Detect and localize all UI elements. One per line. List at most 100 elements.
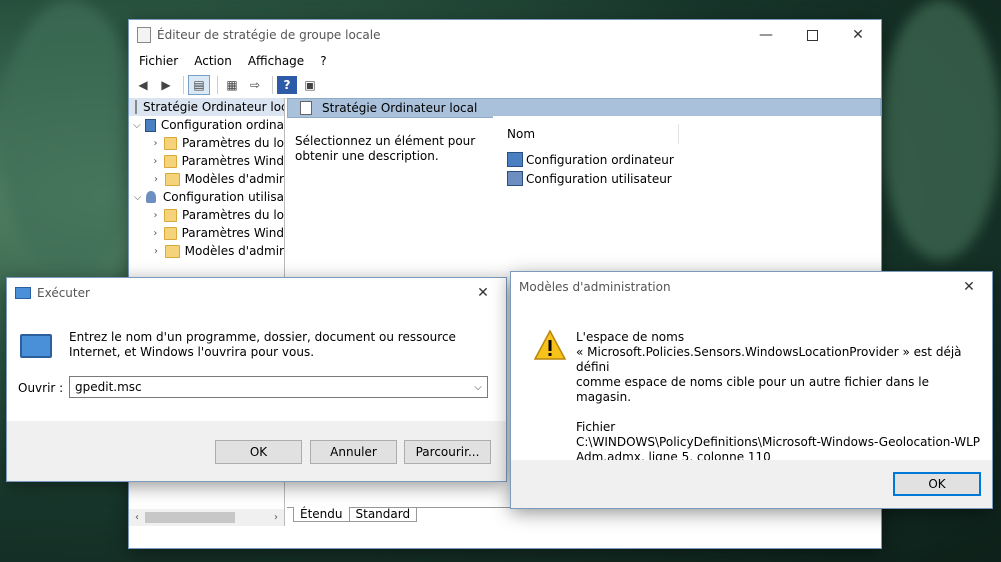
- close-icon: ✕: [477, 285, 489, 301]
- list-item[interactable]: Configuration utilisateur: [507, 171, 672, 186]
- run-icon: [20, 334, 52, 358]
- chevron-right-icon[interactable]: ›: [151, 138, 160, 149]
- close-button[interactable]: ✕: [946, 272, 992, 302]
- chevron-right-icon[interactable]: ›: [151, 228, 160, 239]
- gpedit-app-icon: [137, 27, 151, 43]
- tab-etendu[interactable]: Étendu: [293, 507, 350, 522]
- tree-item[interactable]: › Modèles d'admir: [129, 170, 284, 188]
- pane-header: Stratégie Ordinateur local: [287, 98, 881, 118]
- run-footer: OK Annuler Parcourir...: [7, 421, 506, 481]
- gpedit-title: Éditeur de stratégie de groupe locale: [157, 28, 381, 42]
- chevron-right-icon[interactable]: ›: [151, 246, 161, 257]
- menu-bar: Fichier Action Affichage ?: [129, 50, 881, 72]
- admin-titlebar[interactable]: Modèles d'administration ✕: [511, 272, 992, 302]
- chevron-down-icon[interactable]: ⌵: [133, 120, 141, 131]
- list-view: Nom Configuration ordinateur Configurati…: [493, 116, 881, 196]
- close-icon: ✕: [852, 27, 864, 43]
- tree-item[interactable]: › Paramètres Wind: [129, 152, 284, 170]
- tree-item[interactable]: › Paramètres du lo: [129, 206, 284, 224]
- run-message: Entrez le nom d'un programme, dossier, d…: [69, 330, 456, 359]
- show-tree-icon[interactable]: ▤: [188, 75, 210, 95]
- run-app-icon: [15, 287, 31, 299]
- menu-help[interactable]: ?: [312, 54, 334, 68]
- tree-item-label: Paramètres du lo: [182, 136, 284, 150]
- menu-fichier[interactable]: Fichier: [131, 54, 186, 68]
- policy-doc-icon: [300, 101, 312, 115]
- chevron-right-icon[interactable]: ›: [151, 156, 160, 167]
- tree-item[interactable]: ⌵ Configuration ordina: [129, 116, 284, 134]
- open-combobox[interactable]: gpedit.msc ⌵: [69, 376, 488, 398]
- wallpaper-foliage: [0, 0, 140, 280]
- tree-item-label: Configuration utilisa: [162, 190, 284, 204]
- tree-item-label: Paramètres du lo: [182, 208, 284, 222]
- chevron-down-icon[interactable]: ⌵: [469, 382, 487, 393]
- gpedit-titlebar[interactable]: Éditeur de stratégie de groupe locale — …: [129, 20, 881, 50]
- close-button[interactable]: ✕: [460, 278, 506, 308]
- tree-root-label: Stratégie Ordinateur loca: [143, 100, 285, 114]
- folder-icon: [165, 244, 180, 258]
- column-header-nom[interactable]: Nom: [493, 124, 679, 144]
- user-icon: [146, 191, 156, 203]
- list-item-label: Configuration utilisateur: [526, 171, 672, 186]
- folder-icon: [165, 172, 180, 186]
- tree-item-label: Paramètres Wind: [181, 226, 284, 240]
- tree-item-label: Modèles d'admir: [184, 172, 284, 186]
- chevron-down-icon[interactable]: ⌵: [133, 192, 142, 203]
- run-browse-button[interactable]: Parcourir...: [404, 440, 491, 464]
- folder-icon: [163, 226, 177, 240]
- maximize-icon: [806, 29, 818, 41]
- admin-message: L'espace de noms « Microsoft.Policies.Se…: [576, 330, 981, 465]
- tree-item-label: Configuration ordina: [160, 118, 284, 132]
- view-icon[interactable]: ▣: [300, 76, 320, 94]
- export-list-icon[interactable]: ⇨: [245, 76, 265, 94]
- maximize-button[interactable]: [789, 20, 835, 50]
- admin-footer: OK: [511, 460, 992, 508]
- open-label: Ouvrir :: [18, 381, 64, 395]
- warning-icon: [534, 330, 566, 360]
- run-titlebar[interactable]: Exécuter ✕: [7, 278, 506, 308]
- tree-root[interactable]: Stratégie Ordinateur loca: [129, 98, 284, 116]
- run-ok-button[interactable]: OK: [215, 440, 302, 464]
- tree-item-label: Modèles d'admir: [184, 244, 284, 258]
- back-icon[interactable]: ◀: [133, 76, 153, 94]
- wallpaper-foliage: [880, 0, 1001, 260]
- chevron-right-icon[interactable]: ›: [151, 210, 160, 221]
- help-icon[interactable]: ?: [277, 76, 297, 94]
- scroll-thumb[interactable]: [145, 512, 235, 523]
- toolbar: ◀ ▶ ▤ ▦ ⇨ ? ▣: [129, 72, 881, 99]
- menu-affichage[interactable]: Affichage: [240, 54, 312, 68]
- tree-item[interactable]: › Paramètres Wind: [129, 224, 284, 242]
- close-icon: ✕: [963, 279, 975, 295]
- chevron-right-icon[interactable]: ›: [151, 174, 161, 185]
- tree-hscrollbar[interactable]: ‹ ›: [129, 509, 284, 526]
- scroll-right-icon[interactable]: ›: [268, 512, 284, 523]
- computer-icon: [507, 152, 523, 167]
- list-item-label: Configuration ordinateur: [526, 152, 674, 167]
- toolbar-separator: [272, 76, 273, 94]
- minimize-button[interactable]: —: [743, 20, 789, 50]
- tree-item-label: Paramètres Wind: [181, 154, 284, 168]
- tree-item[interactable]: ⌵ Configuration utilisa: [129, 188, 284, 206]
- user-icon: [507, 171, 523, 186]
- forward-icon[interactable]: ▶: [156, 76, 176, 94]
- run-cancel-button[interactable]: Annuler: [310, 440, 397, 464]
- message-line: « Microsoft.Policies.Sensors.WindowsLoca…: [576, 345, 962, 374]
- scroll-left-icon[interactable]: ‹: [129, 512, 145, 523]
- tree-item[interactable]: › Paramètres du lo: [129, 134, 284, 152]
- run-title: Exécuter: [37, 286, 90, 300]
- admin-ok-button[interactable]: OK: [893, 472, 981, 496]
- run-dialog: Exécuter ✕ Entrez le nom d'un programme,…: [7, 278, 506, 481]
- admin-error-dialog: Modèles d'administration ✕ L'espace de n…: [511, 272, 992, 508]
- list-item[interactable]: Configuration ordinateur: [507, 152, 674, 167]
- tree-item[interactable]: › Modèles d'admir: [129, 242, 284, 260]
- properties-icon[interactable]: ▦: [222, 76, 242, 94]
- open-input[interactable]: gpedit.msc: [75, 380, 142, 394]
- folder-icon: [163, 208, 178, 222]
- description-text: Sélectionnez un élément pour obtenir une…: [295, 134, 476, 163]
- folder-icon: [163, 154, 177, 168]
- tab-standard[interactable]: Standard: [348, 507, 418, 522]
- menu-action[interactable]: Action: [186, 54, 240, 68]
- minimize-icon: —: [759, 27, 773, 43]
- file-label: Fichier: [576, 420, 616, 434]
- close-button[interactable]: ✕: [835, 20, 881, 50]
